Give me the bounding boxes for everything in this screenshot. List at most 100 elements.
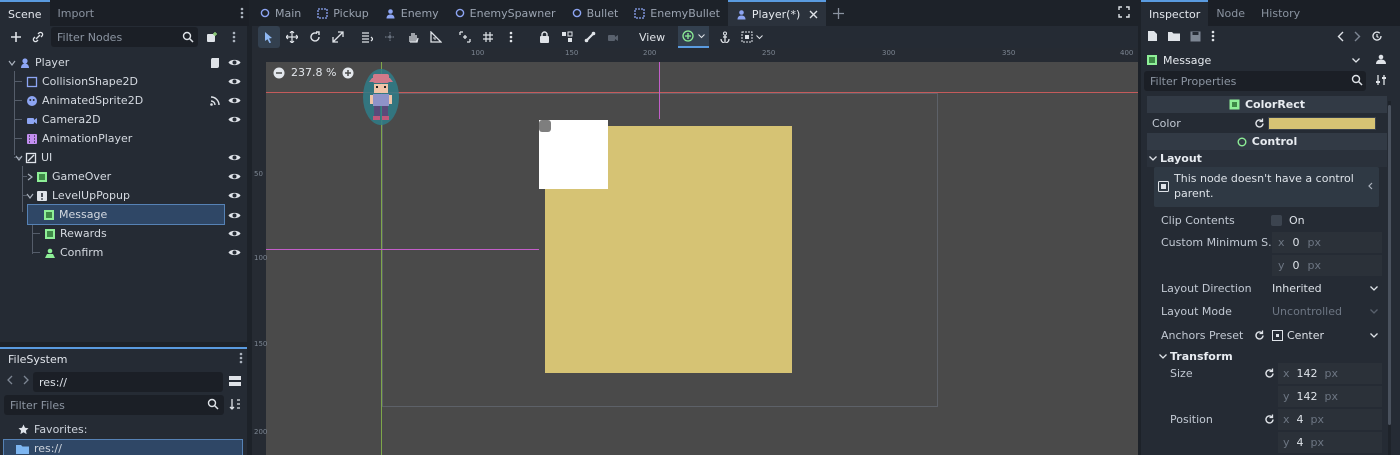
tab-node[interactable]: Node [1208, 0, 1253, 26]
view-menu-button[interactable]: View [631, 27, 673, 47]
selection-handle[interactable] [539, 120, 551, 132]
layout-direction-select[interactable]: Inherited [1272, 278, 1382, 299]
path-input[interactable]: res:// [33, 372, 223, 392]
open-folder-icon[interactable] [1168, 31, 1180, 41]
snap-options-icon[interactable] [500, 26, 522, 48]
scene-tab-enemyspawner[interactable]: EnemySpawner [447, 0, 564, 26]
script-icon[interactable] [209, 57, 221, 69]
lock-icon[interactable] [533, 26, 555, 48]
tree-menu-icon[interactable] [231, 30, 237, 44]
color-swatch[interactable] [1268, 117, 1376, 130]
tree-node-rewards[interactable]: Rewards [0, 224, 247, 243]
scene-tab-player[interactable]: Player(*) [727, 0, 827, 26]
favorites-row[interactable]: Favorites: [18, 421, 87, 437]
revert-icon[interactable] [1264, 414, 1275, 425]
node-info-icon[interactable] [1375, 53, 1387, 65]
tree-node-camera2d[interactable]: Camera2D [0, 110, 247, 129]
skeleton-icon[interactable] [579, 26, 601, 48]
scene-tab-enemy[interactable]: Enemy [377, 0, 447, 26]
anchors-preset-select[interactable]: Center [1272, 325, 1382, 346]
tree-node-confirm[interactable]: Confirm [0, 243, 247, 262]
node-selector[interactable]: Message [1146, 50, 1364, 70]
history-back-icon[interactable] [1337, 31, 1344, 42]
group-icon[interactable] [556, 26, 578, 48]
more-options-icon[interactable] [1211, 30, 1215, 42]
tree-node-animatedsprite2d[interactable]: AnimatedSprite2D [0, 91, 247, 110]
rotate-mode-icon[interactable] [304, 26, 326, 48]
custom-min-y-field[interactable]: y 0 px [1272, 255, 1382, 276]
zoom-level[interactable]: 237.8 % [291, 66, 336, 79]
expand-arrow-icon[interactable] [26, 173, 34, 181]
visibility-eye-icon[interactable] [227, 94, 241, 108]
scale-mode-icon[interactable] [327, 26, 349, 48]
new-resource-icon[interactable] [1147, 30, 1158, 42]
save-icon[interactable] [1190, 31, 1201, 42]
zoom-in-icon[interactable] [342, 67, 354, 79]
anchor-icon[interactable] [714, 26, 736, 48]
signal-icon[interactable] [209, 95, 221, 107]
list-select-icon[interactable] [356, 26, 378, 48]
tab-scene[interactable]: Scene [0, 0, 50, 26]
move-mode-icon[interactable] [281, 26, 303, 48]
visibility-eye-icon[interactable] [227, 246, 241, 260]
ruler-mode-icon[interactable] [425, 26, 447, 48]
visibility-eye-icon[interactable] [227, 189, 241, 203]
zoom-out-icon[interactable] [273, 67, 285, 79]
custom-min-x-field[interactable]: x 0 px [1272, 232, 1382, 253]
tree-node-message[interactable]: Message [27, 204, 225, 225]
tree-node-ui[interactable]: UI [0, 148, 247, 167]
filter-nodes-input[interactable]: Filter Nodes [51, 27, 198, 47]
tab-filesystem[interactable]: FileSystem [0, 347, 247, 369]
tree-node-collisionshape2d[interactable]: CollisionShape2D [0, 72, 247, 91]
size-x-field[interactable]: x 142 px [1278, 363, 1382, 384]
scene-tab-enemybullet[interactable]: EnemyBullet [626, 0, 728, 26]
clip-contents-checkbox[interactable]: On [1271, 214, 1305, 227]
dock-menu-icon[interactable] [239, 6, 245, 20]
tab-import[interactable]: Import [50, 0, 103, 26]
visibility-eye-icon[interactable] [227, 75, 241, 89]
collapse-arrow-icon[interactable] [8, 59, 16, 67]
position-y-field[interactable]: y 4 px [1278, 432, 1382, 453]
tree-node-gameover[interactable]: GameOver [0, 167, 247, 186]
filesystem-menu-icon[interactable] [238, 351, 244, 365]
collapse-arrow-icon[interactable] [26, 192, 34, 200]
visibility-eye-icon[interactable] [227, 170, 241, 184]
size-y-field[interactable]: y 142 px [1278, 386, 1382, 407]
tree-node-player[interactable]: Player [0, 53, 247, 72]
revert-icon[interactable] [1264, 368, 1275, 379]
res-root-row[interactable]: res:// [3, 439, 243, 455]
link-icon[interactable] [31, 30, 45, 44]
scene-tab-pickup[interactable]: Pickup [309, 0, 376, 26]
visibility-eye-icon[interactable] [227, 56, 241, 70]
camera-override-icon[interactable] [602, 26, 624, 48]
new-tab-icon[interactable] [826, 0, 850, 26]
canvas-viewport[interactable]: 100 150 200 250 300 350 400 50 100 150 2… [252, 48, 1138, 455]
tree-node-leveluppopup[interactable]: LevelUpPopup [0, 186, 247, 205]
select-mode-icon[interactable] [258, 26, 280, 48]
add-node-icon[interactable] [9, 30, 23, 44]
chevron-left-icon[interactable] [1368, 182, 1373, 190]
property-settings-icon[interactable] [1375, 74, 1387, 86]
filter-files-input[interactable]: Filter Files [4, 395, 224, 415]
player-sprite[interactable] [362, 68, 400, 126]
revert-icon[interactable] [1254, 330, 1265, 341]
collapse-arrow-icon[interactable] [15, 154, 23, 162]
scene-tab-bullet[interactable]: Bullet [564, 0, 627, 26]
forward-arrow-icon[interactable] [22, 375, 30, 385]
inspector-scrollbar[interactable] [1388, 101, 1391, 455]
revert-icon[interactable] [1254, 118, 1265, 129]
layout-subsection[interactable]: Layout [1147, 150, 1387, 167]
visibility-eye-icon[interactable] [227, 208, 241, 222]
sort-icon[interactable] [229, 398, 241, 410]
smart-snap-icon[interactable] [454, 26, 476, 48]
pivot-mode-icon[interactable] [379, 26, 401, 48]
back-arrow-icon[interactable] [6, 375, 14, 385]
visibility-eye-icon[interactable] [227, 151, 241, 165]
pan-mode-icon[interactable] [402, 26, 424, 48]
attach-script-icon[interactable] [205, 30, 219, 44]
add-child-menu[interactable] [678, 26, 710, 48]
tree-node-animationplayer[interactable]: AnimationPlayer [0, 129, 247, 148]
visibility-eye-icon[interactable] [227, 227, 241, 241]
close-tab-icon[interactable] [809, 10, 818, 19]
filter-properties-input[interactable]: Filter Properties [1144, 71, 1366, 91]
